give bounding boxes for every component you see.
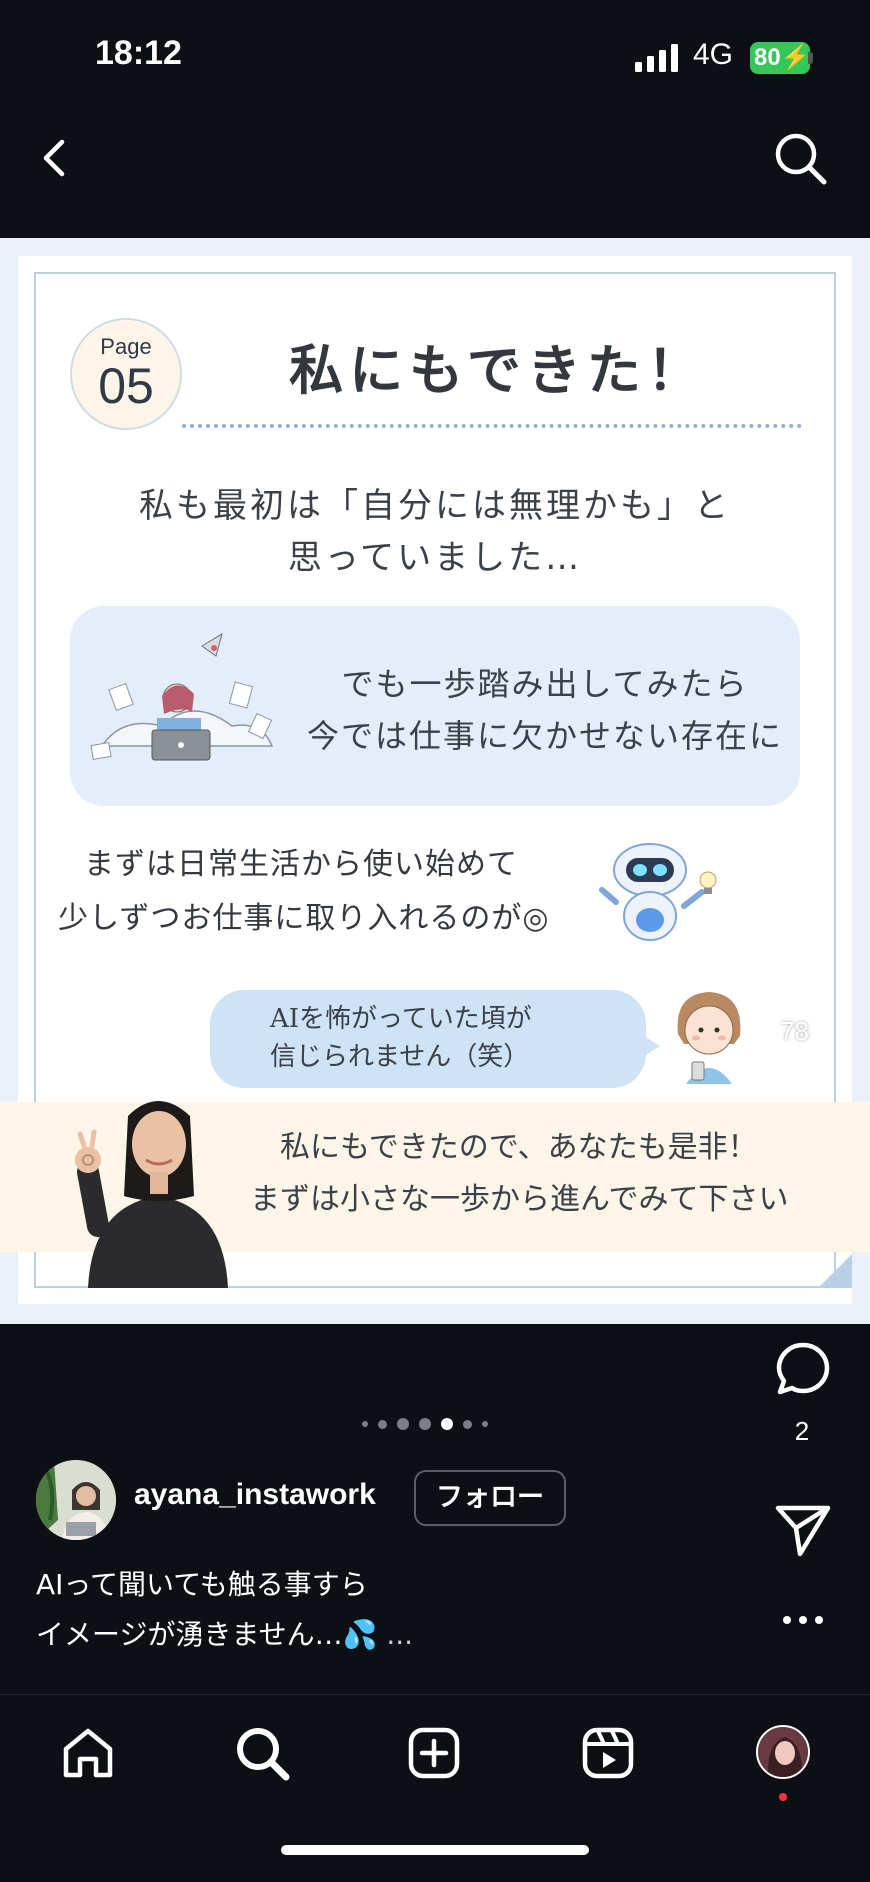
more-options-button[interactable] [780,1610,826,1630]
follow-button[interactable]: フォロー [414,1470,566,1526]
carousel-dot [463,1419,472,1429]
chevron-left-icon [43,139,65,177]
profile-avatar [758,1727,808,1777]
nav-create[interactable] [404,1723,464,1783]
nav-home[interactable] [58,1723,118,1783]
post-image[interactable]: Page 05 私にもできた！ 私も最初は「自分には無理かも」と 思っていました… [0,238,870,1324]
bubble-line-2: 信じられません（笑） [270,1042,530,1072]
status-bar: 18:12 4G 80⚡ [0,0,870,110]
battery-tip [808,52,813,64]
comment-button[interactable] [774,1340,832,1398]
search-icon [775,133,827,185]
highlight-box: でも一歩踏み出してみたら 今では仕事に欠かせない存在に [70,606,800,806]
post-card: Page 05 私にもできた！ 私も最初は「自分には無理かも」と 思っていました… [0,256,870,1304]
username[interactable]: ayana_instawork [134,1478,376,1512]
more-icon [783,1616,823,1624]
highlight-line-2: 今では仕事に欠かせない存在に [306,717,783,755]
band-text: 私にもできたので、あなたも是非！ まずは小さな一歩から進んでみて下さい [250,1122,850,1226]
intro-line-2: 思っていました… [287,538,583,578]
carousel-dot [482,1421,488,1427]
reels-icon [582,1727,634,1779]
title-divider [182,424,802,428]
band-line-2: まずは小さな一歩から進んでみて下さい [250,1182,789,1217]
intro-line-1: 私も最初は「自分には無理かも」と [139,486,731,526]
like-button[interactable] [768,940,832,998]
nav-explore[interactable] [232,1723,292,1783]
like-count[interactable]: 78 [780,1016,809,1047]
handwritten-text: まずは日常生活から使い始めて 少しずつお仕事に取り入れるのが◎ [58,838,598,946]
comment-icon [776,1342,830,1395]
bottom-nav [0,1694,870,1882]
caption-more[interactable]: ... [377,1618,413,1651]
comment-count[interactable]: 2 [782,1416,822,1447]
bubble-text: AIを怖がっていた頃が 信じられません（笑） [210,1000,570,1076]
home-indicator [281,1845,589,1855]
highlight-line-1: でも一歩踏み出してみたら [341,665,749,703]
signal-icon [635,44,678,72]
girl-illustration [677,992,741,1084]
intro-text: 私も最初は「自分には無理かも」と 思っていました… [58,480,812,584]
creator-photo [75,1101,228,1288]
caption-line-1: AIって聞いても触る事すら [36,1568,368,1601]
bubble-tail [644,1036,660,1056]
battery-indicator: 80⚡ [750,42,811,74]
send-icon [775,1505,831,1557]
search-button[interactable] [772,130,830,188]
caption[interactable]: AIって聞いても触る事すら イメージが湧きません…💦 ... [36,1560,596,1660]
avatar-image [36,1460,116,1540]
back-button[interactable] [30,128,80,188]
carousel-dot [419,1418,431,1430]
card-title: 私にもできた！ [289,339,707,402]
page-corner [818,1254,852,1288]
carousel-dot [378,1419,387,1429]
plus-square-icon [408,1727,460,1779]
avatar[interactable] [36,1460,116,1540]
home-icon [63,1728,113,1778]
page-number: 05 [98,358,154,414]
handwritten-line-2: 少しずつお仕事に取り入れるのが◎ [58,901,550,936]
carousel-dot-active [441,1418,453,1430]
status-time: 18:12 [95,34,182,72]
highlight-text: でも一歩踏み出してみたら 今では仕事に欠かせない存在に [300,658,790,762]
search-icon [237,1728,290,1781]
robot-illustration [599,843,717,941]
carousel-dot [397,1418,409,1430]
battery-level: 80 [754,44,781,71]
woman-laptop-illustration [90,632,274,761]
page-label: Page [100,334,152,359]
band-line-1: 私にもできたので、あなたも是非！ [280,1130,758,1165]
handwritten-line-1: まずは日常生活から使い始めて [84,847,518,882]
bubble-line-1: AIを怖がっていた頃が [270,1004,532,1034]
carousel-dot [362,1421,368,1427]
share-button[interactable] [774,1500,832,1558]
network-type: 4G [693,38,734,71]
nav-profile[interactable] [756,1725,810,1779]
heart-icon [769,941,831,995]
notification-dot [779,1793,787,1801]
carousel-indicator [362,1414,512,1434]
caption-line-2: イメージが湧きません…💦 [36,1618,378,1651]
speech-bubble: AIを怖がっていた頃が 信じられません（笑） [210,990,646,1088]
page-badge: Page 05 [70,318,182,430]
nav-reels[interactable] [578,1723,638,1783]
